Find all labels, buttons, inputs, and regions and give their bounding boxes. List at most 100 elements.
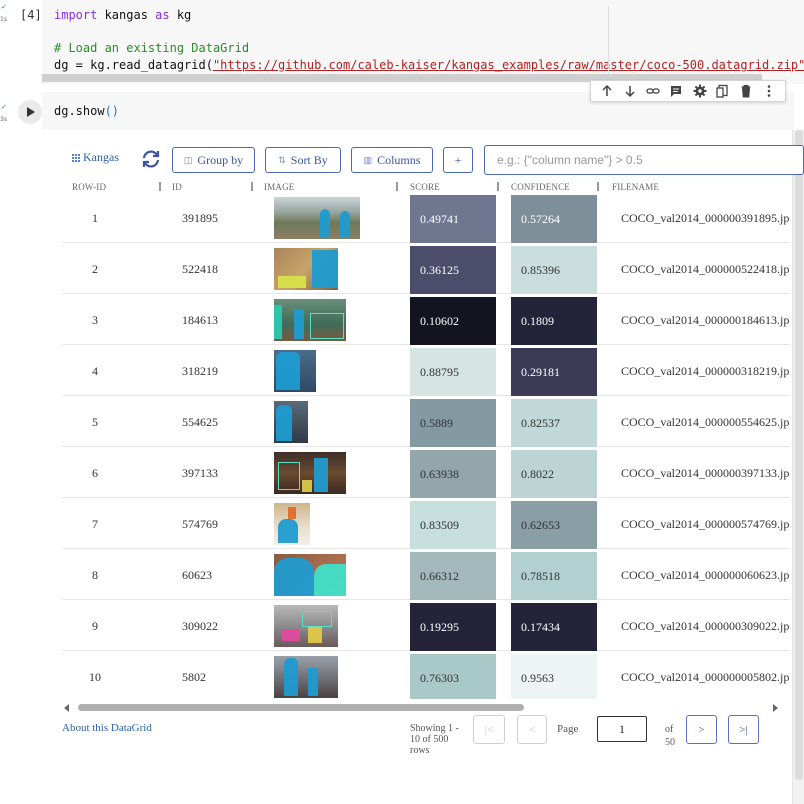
grid-icon [72, 153, 80, 162]
code-parens: () [104, 104, 120, 118]
code-editor[interactable]: import kangas as kg # Load an existing D… [42, 0, 804, 84]
column-header-id[interactable]: ID [172, 182, 182, 192]
move-down-icon[interactable] [621, 82, 639, 100]
cell-image-thumbnail[interactable] [274, 299, 346, 341]
code-line-import: import kangas as kg [54, 8, 191, 22]
table-row[interactable]: 8 60623 0.66312 0.78518 COCO_val2014_000… [62, 550, 790, 600]
cell-image-thumbnail[interactable] [274, 554, 346, 596]
cell-score: 0.19295 [410, 603, 496, 651]
cell-image-thumbnail[interactable] [274, 401, 308, 443]
scrollbar-thumb[interactable] [78, 704, 524, 711]
query-placeholder: e.g.: {"column name"} > 0.5 [497, 153, 643, 167]
table-row[interactable]: 3 184613 0.10602 0.1809 COCO_val2014_000… [62, 295, 790, 345]
code-comment: # Load an existing DataGrid [54, 41, 250, 55]
cell-id: 60623 [182, 568, 212, 582]
cell-confidence: 0.85396 [511, 246, 597, 294]
column-header-confidence[interactable]: CONFIDENCE [511, 182, 570, 192]
cell-toolbar [590, 80, 786, 102]
page-count-text: of 50 [665, 724, 675, 748]
refresh-icon[interactable] [140, 149, 162, 169]
first-page-button[interactable]: |< [473, 715, 505, 744]
column-header-image[interactable]: IMAGE [264, 182, 295, 192]
ruler-line [608, 6, 609, 76]
prev-page-button[interactable]: < [517, 715, 547, 744]
cell-confidence: 0.9563 [511, 654, 597, 699]
next-page-button[interactable]: > [686, 715, 717, 744]
cell-image-thumbnail[interactable] [274, 452, 346, 494]
output-vertical-scrollbar[interactable] [792, 130, 804, 804]
cell-image-thumbnail[interactable] [274, 605, 338, 647]
column-resize-handle[interactable] [159, 182, 161, 191]
cell-filename: COCO_val2014_000000184613.jpg [621, 313, 790, 327]
column-header-score[interactable]: SCORE [410, 182, 440, 192]
scrollbar-thumb[interactable] [795, 130, 803, 780]
column-resize-handle[interactable] [396, 182, 398, 191]
last-page-button[interactable]: >| [728, 715, 759, 744]
page-number-input[interactable] [597, 716, 647, 742]
delete-icon[interactable] [737, 82, 755, 100]
cell-score: 0.66312 [410, 552, 496, 600]
cell-row-id: 3 [92, 313, 98, 327]
query-input[interactable]: e.g.: {"column name"} > 0.5 [484, 145, 804, 175]
kangas-brand[interactable]: Kangas [72, 150, 119, 165]
table-row[interactable]: 1 391895 0.49741 0.57264 COCO_val2014_00… [62, 193, 790, 243]
table-row[interactable]: 5 554625 0.5889 0.82537 COCO_val2014_000… [62, 397, 790, 447]
cell-confidence: 0.57264 [511, 195, 597, 243]
table-row[interactable]: 7 574769 0.83509 0.62653 COCO_val2014_00… [62, 499, 790, 549]
cell-row-id: 4 [92, 364, 98, 378]
add-button[interactable]: + [443, 147, 473, 173]
split-icon[interactable] [714, 82, 732, 100]
column-resize-handle[interactable] [497, 182, 499, 191]
cell-image-thumbnail[interactable] [274, 197, 360, 239]
execution-success-icon: ✓ [1, 103, 7, 111]
cell-row-id: 7 [92, 517, 98, 531]
table-row[interactable]: 4 318219 0.88795 0.29181 COCO_val2014_00… [62, 346, 790, 396]
brand-label: Kangas [83, 150, 119, 164]
cell-image-thumbnail[interactable] [274, 248, 338, 290]
link-icon[interactable] [644, 82, 662, 100]
cell-score: 0.5889 [410, 399, 496, 447]
keyword-as: as [155, 8, 170, 22]
cell-image-thumbnail[interactable] [274, 503, 310, 545]
cell-id: 554625 [182, 415, 218, 429]
move-up-icon[interactable] [598, 82, 616, 100]
cell-row-id: 8 [92, 568, 98, 582]
about-datagrid-link[interactable]: About this DataGrid [62, 722, 152, 734]
code-cell-1[interactable]: ✓ 1s [4] import kangas as kg # Load an e… [0, 0, 804, 92]
cell-image-thumbnail[interactable] [274, 656, 338, 698]
column-header-filename[interactable]: FILENAME [612, 182, 659, 192]
scroll-left-icon[interactable] [64, 704, 69, 712]
group-icon: ◫ [183, 154, 193, 165]
run-cell-button[interactable] [18, 100, 42, 124]
cell-confidence: 0.1809 [511, 297, 597, 345]
cell-confidence: 0.62653 [511, 501, 597, 549]
gear-icon[interactable] [691, 82, 709, 100]
table-row[interactable]: 9 309022 0.19295 0.17434 COCO_val2014_00… [62, 601, 790, 651]
cell-image-thumbnail[interactable] [274, 350, 316, 392]
column-resize-handle[interactable] [251, 182, 253, 191]
table-row[interactable]: 10 5802 0.76303 0.9563 COCO_val2014_0000… [62, 652, 790, 699]
columns-button[interactable]: ▥ Columns [351, 147, 433, 173]
comment-icon[interactable] [667, 82, 685, 100]
grid-horizontal-scrollbar[interactable] [62, 702, 784, 714]
column-headers: ROW-ID ID IMAGE SCORE CONFIDENCE FILENAM… [62, 180, 790, 194]
execution-success-icon: ✓ [1, 3, 7, 11]
cell-confidence: 0.17434 [511, 603, 597, 651]
group-by-button[interactable]: ◫ Group by [172, 147, 255, 173]
table-row[interactable]: 2 522418 0.36125 0.85396 COCO_val2014_00… [62, 244, 790, 294]
scroll-right-icon[interactable] [773, 704, 778, 712]
cell-filename: COCO_val2014_000000522418.jpg [621, 262, 790, 276]
table-row[interactable]: 6 397133 0.63938 0.8022 COCO_val2014_000… [62, 448, 790, 498]
more-icon[interactable] [760, 82, 778, 100]
sort-by-button[interactable]: ⇅ Sort By [265, 147, 341, 173]
datagrid-body: 1 391895 0.49741 0.57264 COCO_val2014_00… [62, 193, 790, 699]
column-resize-handle[interactable] [597, 182, 599, 191]
column-header-row-id[interactable]: ROW-ID [72, 182, 106, 192]
cell-prompt: [4] [20, 8, 42, 22]
execution-time: 3s [0, 116, 7, 123]
cell-id: 391895 [182, 211, 218, 225]
cell-score: 0.63938 [410, 450, 496, 498]
cell-row-id: 6 [92, 466, 98, 480]
cell-id: 309022 [182, 619, 218, 633]
cell-row-id: 1 [92, 211, 98, 225]
